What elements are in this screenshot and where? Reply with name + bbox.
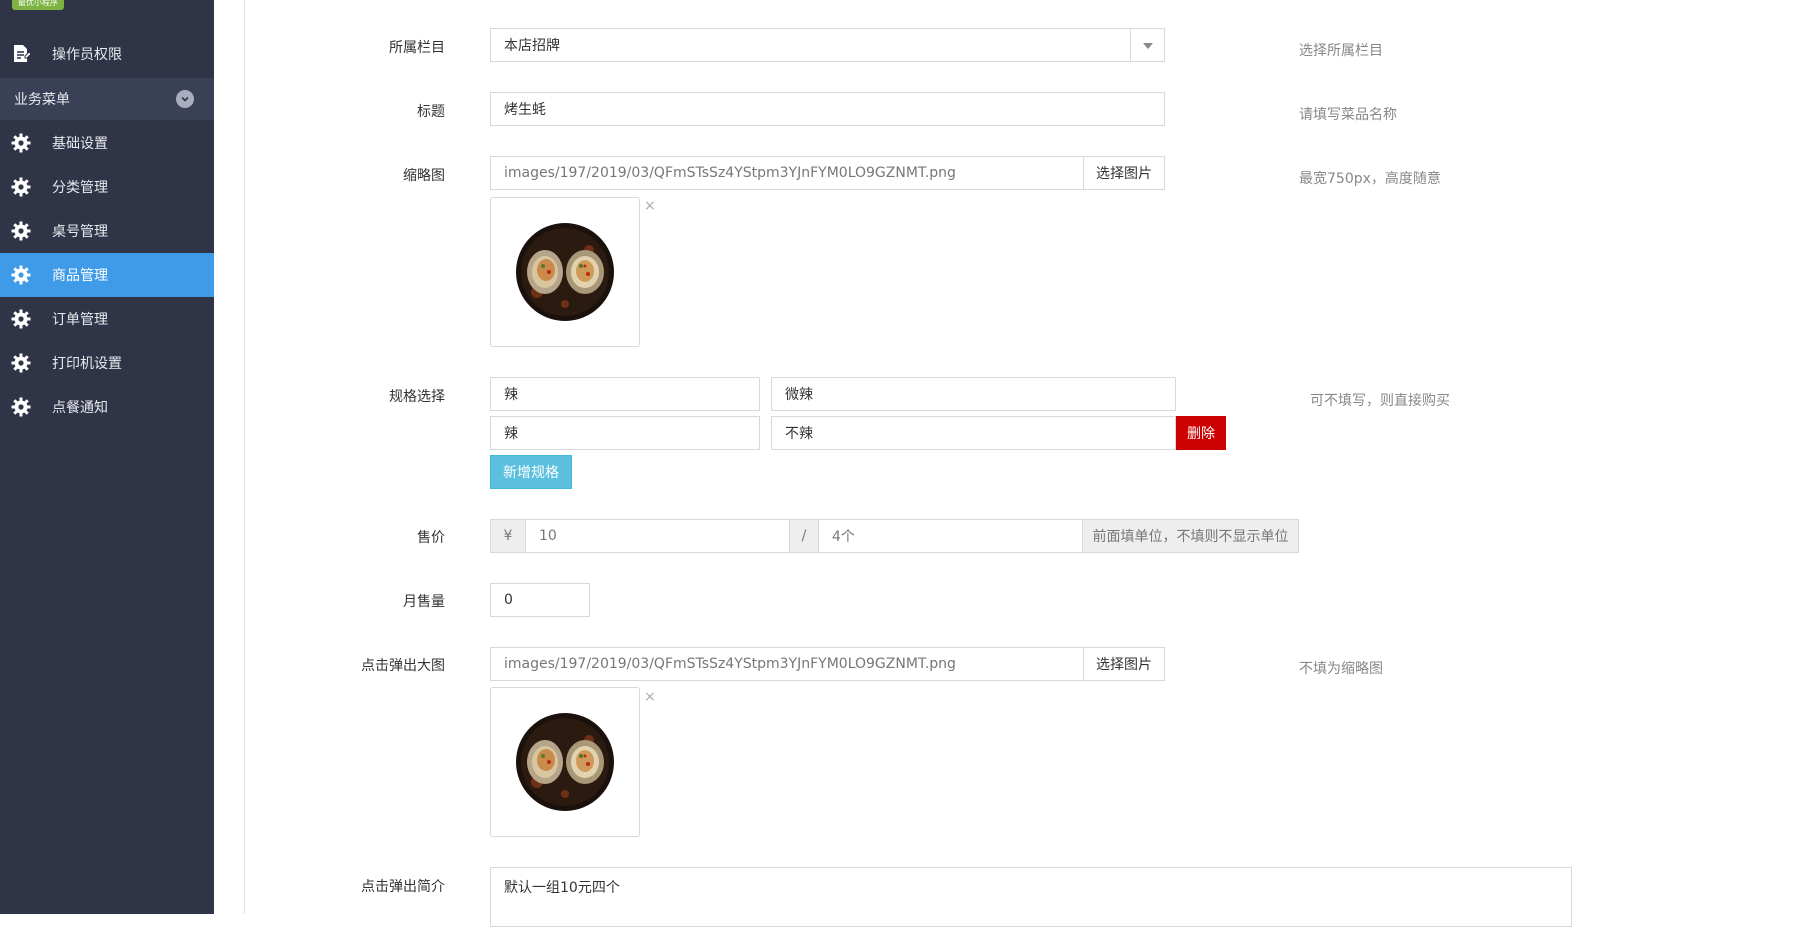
spec-name-value: 辣	[504, 387, 518, 403]
title-hint: 请填写菜品名称	[1299, 107, 1397, 123]
chevron-down-icon[interactable]	[176, 90, 194, 108]
popup-image-path-input[interactable]: images/197/2019/03/QFmSTsSz4YStpm3YJnFYM…	[490, 647, 1084, 681]
gear-icon	[10, 352, 32, 374]
spec-value-input[interactable]: 微辣	[771, 377, 1176, 411]
popup-image-preview	[490, 687, 640, 837]
category-select[interactable]: 本店招牌	[490, 28, 1165, 62]
popup-intro-textarea[interactable]: 默认一组10元四个	[490, 867, 1572, 927]
price-input[interactable]: 10	[525, 519, 790, 553]
sidebar-item-basic-settings[interactable]: 基础设置	[0, 121, 214, 165]
title-input[interactable]: 烤生蚝	[490, 92, 1165, 126]
popup-image-label: 点击弹出大图	[361, 658, 445, 674]
title-input-value: 烤生蚝	[504, 102, 546, 118]
spec-value-value: 不辣	[785, 426, 813, 442]
price-separator: /	[789, 519, 819, 553]
sidebar-item-operator-permissions[interactable]: 操作员权限	[0, 32, 214, 76]
spec-name-input[interactable]: 辣	[490, 377, 760, 411]
sidebar-item-label: 点餐通知	[52, 400, 108, 416]
caret-down-icon	[1142, 37, 1153, 53]
currency-addon: ¥	[490, 519, 526, 553]
category-select-toggle[interactable]	[1130, 28, 1165, 62]
thumbnail-label: 缩略图	[403, 168, 445, 184]
oyster-image	[516, 223, 614, 321]
category-label: 所属栏目	[389, 40, 445, 56]
sidebar-item-label: 商品管理	[52, 268, 108, 284]
document-edit-icon	[10, 43, 32, 65]
gear-icon	[10, 132, 32, 154]
spec-name-input[interactable]: 辣	[490, 416, 760, 450]
gear-icon	[10, 220, 32, 242]
sidebar-item-label: 操作员权限	[52, 47, 122, 63]
sidebar-group-business-menu[interactable]: 业务菜单	[0, 78, 214, 120]
sidebar-item-product-management[interactable]: 商品管理	[0, 253, 214, 297]
monthly-sales-input[interactable]: 0	[490, 583, 590, 617]
spec-value-input[interactable]: 不辣	[771, 416, 1176, 450]
spec-name-value: 辣	[504, 426, 518, 442]
popup-image-remove-icon[interactable]: ×	[644, 689, 656, 705]
category-hint: 选择所属栏目	[1299, 43, 1383, 59]
popup-image-select-button[interactable]: 选择图片	[1083, 647, 1165, 681]
thumbnail-remove-icon[interactable]: ×	[644, 198, 656, 214]
oyster-image	[516, 713, 614, 811]
unit-value: 4个	[832, 529, 855, 545]
category-select-value: 本店招牌	[504, 38, 560, 54]
popup-intro-label: 点击弹出简介	[361, 879, 445, 895]
popup-intro-value: 默认一组10元四个	[504, 880, 620, 896]
unit-input[interactable]: 4个	[818, 519, 1083, 553]
gear-icon	[10, 264, 32, 286]
price-label: 售价	[417, 530, 445, 546]
sidebar-item-label: 订单管理	[52, 312, 108, 328]
spec-value-value: 微辣	[785, 387, 813, 403]
sidebar-group-label: 业务菜单	[14, 92, 70, 108]
sidebar-item-label: 分类管理	[52, 180, 108, 196]
specs-label: 规格选择	[389, 389, 445, 405]
price-value: 10	[539, 528, 557, 544]
thumbnail-path-value: images/197/2019/03/QFmSTsSz4YStpm3YJnFYM…	[504, 165, 956, 181]
thumbnail-hint: 最宽750px，高度随意	[1299, 171, 1441, 187]
sidebar-item-printer-settings[interactable]: 打印机设置	[0, 341, 214, 385]
gear-icon	[10, 308, 32, 330]
gear-icon	[10, 176, 32, 198]
monthly-sales-value: 0	[504, 592, 513, 608]
delete-spec-button[interactable]: 删除	[1176, 416, 1226, 450]
sidebar-item-table-management[interactable]: 桌号管理	[0, 209, 214, 253]
price-unit-hint: 前面填单位，不填则不显示单位	[1082, 519, 1299, 553]
popup-image-hint: 不填为缩略图	[1299, 661, 1383, 677]
monthly-sales-label: 月售量	[403, 594, 445, 610]
specs-hint: 可不填写，则直接购买	[1310, 393, 1450, 409]
sidebar-item-order-notification[interactable]: 点餐通知	[0, 385, 214, 429]
popup-image-path-value: images/197/2019/03/QFmSTsSz4YStpm3YJnFYM…	[504, 656, 956, 672]
sidebar-item-label: 桌号管理	[52, 224, 108, 240]
sidebar: 最优小程序 操作员权限 业务菜单 基础设置 分类管理 桌号管理 商品管理 订单管…	[0, 0, 214, 914]
gear-icon	[10, 396, 32, 418]
add-spec-button[interactable]: 新增规格	[490, 455, 572, 489]
sidebar-item-order-management[interactable]: 订单管理	[0, 297, 214, 341]
sidebar-item-label: 打印机设置	[52, 356, 122, 372]
thumbnail-preview	[490, 197, 640, 347]
sidebar-item-category-management[interactable]: 分类管理	[0, 165, 214, 209]
content-divider	[244, 0, 245, 914]
sidebar-item-label: 基础设置	[52, 136, 108, 152]
title-label: 标题	[417, 104, 445, 120]
thumbnail-select-button[interactable]: 选择图片	[1083, 156, 1165, 190]
app-badge: 最优小程序	[12, 0, 64, 10]
thumbnail-path-input[interactable]: images/197/2019/03/QFmSTsSz4YStpm3YJnFYM…	[490, 156, 1084, 190]
